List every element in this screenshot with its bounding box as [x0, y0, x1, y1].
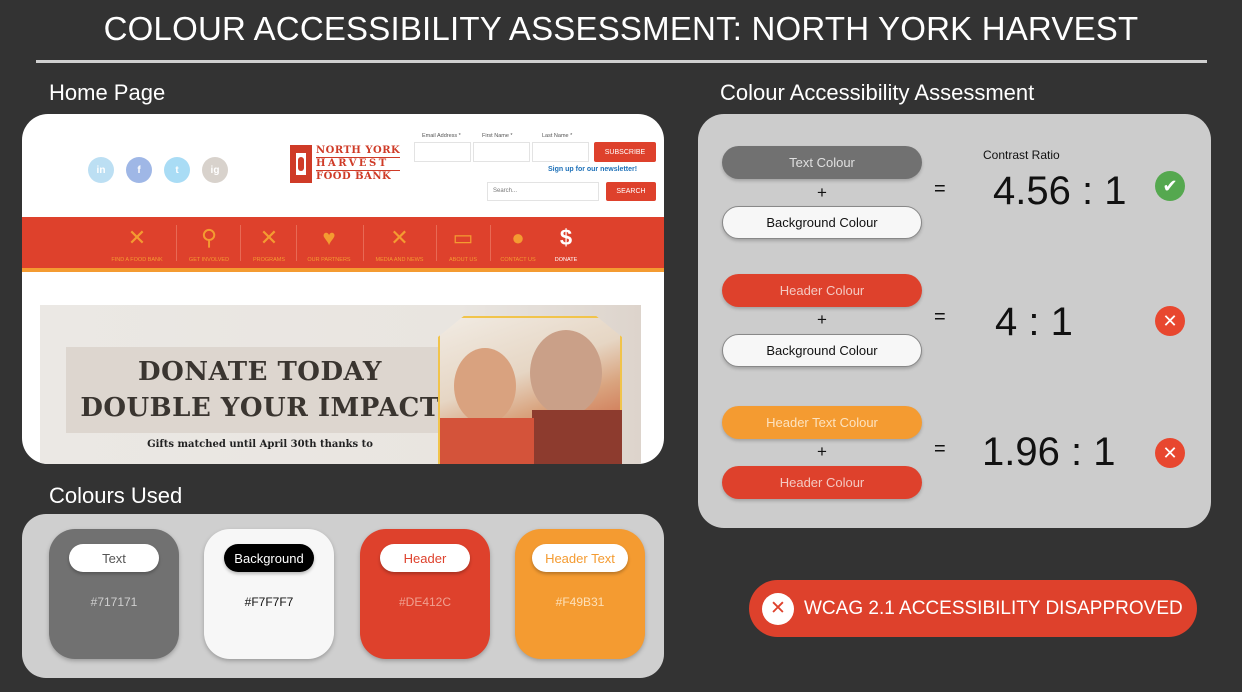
swatch-label: Text	[69, 544, 159, 572]
woman-shirt	[440, 418, 534, 464]
background-colour-pill: Background Colour	[722, 334, 922, 367]
newsletter-inputs	[414, 142, 591, 162]
hero-banner[interactable]: DONATE TODAY DOUBLE YOUR IMPACT Gifts ma…	[40, 305, 641, 464]
subscribe-button[interactable]: SUBSCRIBE	[594, 142, 656, 162]
fork-knife-icon: ✕	[259, 225, 279, 250]
contrast-ratio-heading: Contrast Ratio	[983, 148, 1060, 162]
newsletter-link[interactable]: Sign up for our newsletter!	[548, 166, 637, 173]
nav-about-us[interactable]: ▭ ABOUT US	[440, 217, 486, 268]
swatch-header-text: Header Text #F49B31	[515, 529, 645, 659]
last-name-field[interactable]	[532, 142, 589, 162]
swatch-background: Background #F7F7F7	[204, 529, 334, 659]
social-links: in f t ig	[88, 157, 228, 183]
fork-knife-icon: ✕	[127, 225, 147, 250]
first-name-label: First Name *	[482, 133, 513, 139]
chat-bubble-icon: ●	[511, 225, 525, 250]
twitter-icon[interactable]: t	[164, 157, 190, 183]
nav-find-a-food-bank[interactable]: ✕ FIND A FOOD BANK	[102, 217, 172, 268]
network-icon: ⚲	[200, 225, 218, 250]
equals-sign: =	[934, 438, 946, 460]
swatch-hex: #F49B31	[555, 595, 605, 609]
swatch-label: Background	[224, 544, 314, 572]
colour-swatches-panel: Text #717171 Background #F7F7F7 Header #…	[22, 514, 664, 678]
main-nav: ✕ FIND A FOOD BANK ⚲ GET INVOLVED ✕ PROG…	[22, 217, 664, 272]
header-colour-pill: Header Colour	[722, 466, 922, 499]
logo-line-1: NORTH YORK	[316, 145, 401, 156]
assessment-panel: Contrast Ratio Text Colour + Background …	[698, 114, 1211, 528]
fail-x-icon: ✕	[1155, 438, 1185, 468]
nav-contact-us[interactable]: ● CONTACT US	[494, 217, 542, 268]
swatch-label: Header Text	[532, 544, 628, 572]
swatch-label: Header	[380, 544, 470, 572]
nav-media-and-news[interactable]: ✕ MEDIA AND NEWS	[367, 217, 432, 268]
fail-x-icon: ✕	[1155, 306, 1185, 336]
woman-face	[454, 348, 516, 424]
contrast-ratio-value: 4 : 1	[995, 300, 1073, 344]
harvest-logo-icon	[290, 145, 312, 183]
linkedin-icon[interactable]: in	[88, 157, 114, 183]
last-name-label: Last Name *	[542, 133, 573, 139]
couple-photo	[438, 316, 622, 464]
nav-donate[interactable]: $ DONATE	[546, 217, 586, 268]
home-page-preview: in f t ig NORTH YORK HARVEST FOOD BANK E…	[22, 114, 664, 464]
swatch-header: Header #DE412C	[360, 529, 490, 659]
hero-line-2: DOUBLE YOUR IMPACT	[80, 393, 440, 423]
pass-check-icon: ✔	[1155, 171, 1185, 201]
search-input[interactable]: Search...	[487, 182, 599, 201]
fork-knife-icon: ✕	[390, 225, 409, 250]
heart-icon: ♥	[322, 225, 336, 250]
nav-get-involved[interactable]: ⚲ GET INVOLVED	[180, 217, 238, 268]
search-button[interactable]: SEARCH	[606, 182, 656, 201]
email-field[interactable]	[414, 142, 471, 162]
hero-line-1: DONATE TODAY	[138, 357, 382, 387]
swatch-hex: #DE412C	[398, 595, 452, 609]
equals-sign: =	[934, 306, 946, 328]
nav-programs[interactable]: ✕ PROGRAMS	[244, 217, 294, 268]
book-icon: ▭	[452, 225, 474, 250]
home-page-heading: Home Page	[49, 80, 166, 105]
first-name-field[interactable]	[473, 142, 530, 162]
equals-sign: =	[934, 178, 946, 200]
email-label: Email Address *	[422, 133, 461, 139]
plus-sign: +	[817, 183, 827, 202]
logo-line-2: HARVEST	[316, 157, 401, 171]
hero-subtext: Gifts matched until April 30th thanks to	[147, 439, 373, 450]
title-divider	[36, 60, 1207, 63]
newsletter-labels: Email Address * First Name * Last Name *	[414, 133, 594, 139]
swatch-hex: #F7F7F7	[244, 595, 294, 609]
header-text-colour-pill: Header Text Colour	[722, 406, 922, 439]
dollar-icon: $	[559, 225, 573, 250]
close-icon: ✕	[762, 592, 794, 625]
contrast-ratio-value: 4.56 : 1	[993, 169, 1127, 213]
man-shirt	[532, 410, 622, 464]
colours-used-heading: Colours Used	[49, 483, 183, 508]
man-face	[530, 330, 602, 416]
swatch-text: Text #717171	[49, 529, 179, 659]
swatch-hex: #717171	[90, 595, 138, 609]
plus-sign: +	[817, 442, 827, 461]
background-colour-pill: Background Colour	[722, 206, 922, 239]
contrast-ratio-value: 1.96 : 1	[982, 430, 1116, 474]
plus-sign: +	[817, 310, 827, 329]
verdict-text: WCAG 2.1 ACCESSIBILITY DISAPPROVED	[804, 597, 1183, 619]
page-title: COLOUR ACCESSIBILITY ASSESSMENT: NORTH Y…	[103, 10, 1139, 47]
text-colour-pill: Text Colour	[722, 146, 922, 179]
facebook-icon[interactable]: f	[126, 157, 152, 183]
nav-our-partners[interactable]: ♥ OUR PARTNERS	[300, 217, 358, 268]
assessment-heading: Colour Accessibility Assessment	[720, 80, 1035, 105]
wcag-verdict-banner: ✕ WCAG 2.1 ACCESSIBILITY DISAPPROVED	[749, 580, 1197, 637]
instagram-icon[interactable]: ig	[202, 157, 228, 183]
logo[interactable]: NORTH YORK HARVEST FOOD BANK	[290, 145, 401, 183]
header-colour-pill: Header Colour	[722, 274, 922, 307]
logo-line-3: FOOD BANK	[316, 171, 392, 182]
